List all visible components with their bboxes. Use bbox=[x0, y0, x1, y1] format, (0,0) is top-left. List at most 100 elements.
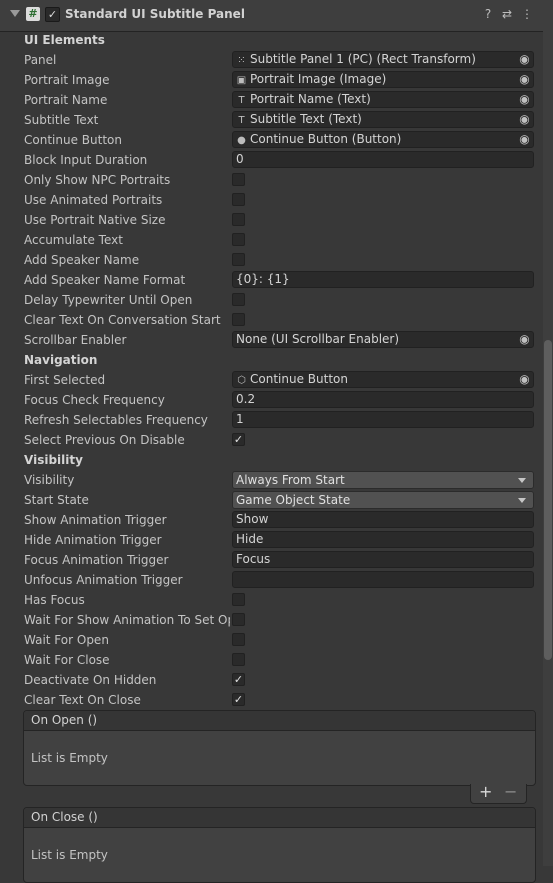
field-value: Continue Button bbox=[250, 372, 348, 386]
wait-for-show-animation-checkbox[interactable] bbox=[232, 613, 245, 626]
field-label: Scrollbar Enabler bbox=[24, 333, 127, 347]
row-clear-text-on-close: Clear Text On Close ✓ bbox=[0, 690, 543, 710]
field-label: Refresh Selectables Frequency bbox=[24, 413, 208, 427]
field-label: Block Input Duration bbox=[24, 153, 148, 167]
rect-transform-icon: ⁙ bbox=[237, 55, 246, 66]
object-picker-icon[interactable]: ◉ bbox=[518, 373, 531, 386]
foldout-arrow-icon[interactable] bbox=[10, 10, 20, 17]
subtitle-text-object-field[interactable]: T Subtitle Text (Text) ◉ bbox=[232, 111, 534, 128]
button-icon: ● bbox=[237, 135, 246, 146]
first-selected-object-field[interactable]: ⬡ Continue Button ◉ bbox=[232, 371, 534, 388]
field-label: Add Speaker Name bbox=[24, 253, 140, 267]
row-panel: Panel ⁙ Subtitle Panel 1 (PC) (Rect Trans… bbox=[0, 50, 543, 70]
wait-for-open-checkbox[interactable] bbox=[232, 633, 245, 646]
row-use-portrait-native-size: Use Portrait Native Size bbox=[0, 210, 543, 230]
section-label: Navigation bbox=[24, 353, 98, 367]
panel-object-field[interactable]: ⁙ Subtitle Panel 1 (PC) (Rect Transform) … bbox=[232, 51, 534, 68]
portrait-image-object-field[interactable]: ▣ Portrait Image (Image) ◉ bbox=[232, 71, 534, 88]
focus-animation-trigger-input[interactable]: Focus bbox=[232, 551, 534, 568]
object-picker-icon[interactable]: ◉ bbox=[518, 93, 531, 106]
on-close-event-list: On Close () List is Empty bbox=[23, 807, 536, 883]
field-label: Only Show NPC Portraits bbox=[24, 173, 171, 187]
refresh-selectables-frequency-input[interactable]: 1 bbox=[232, 411, 534, 428]
only-show-npc-portraits-checkbox[interactable] bbox=[232, 173, 245, 186]
field-label: Use Portrait Native Size bbox=[24, 213, 166, 227]
field-label: Wait For Open bbox=[24, 633, 109, 647]
object-picker-icon[interactable]: ◉ bbox=[518, 333, 531, 346]
clear-text-on-close-checkbox[interactable]: ✓ bbox=[232, 693, 245, 706]
field-label: Use Animated Portraits bbox=[24, 193, 163, 207]
empty-list-text: List is Empty bbox=[31, 751, 108, 765]
field-value: Portrait Image (Image) bbox=[250, 72, 387, 86]
show-animation-trigger-input[interactable]: Show bbox=[232, 511, 534, 528]
row-hide-animation-trigger: Hide Animation Trigger Hide bbox=[0, 530, 543, 550]
use-animated-portraits-checkbox[interactable] bbox=[232, 193, 245, 206]
row-wait-for-open: Wait For Open bbox=[0, 630, 543, 650]
row-only-show-npc-portraits: Only Show NPC Portraits bbox=[0, 170, 543, 190]
delay-typewriter-until-open-checkbox[interactable] bbox=[232, 293, 245, 306]
object-picker-icon[interactable]: ◉ bbox=[518, 73, 531, 86]
vertical-scrollbar[interactable] bbox=[543, 0, 553, 866]
remove-item-button[interactable]: − bbox=[504, 782, 517, 801]
field-label: Portrait Name bbox=[24, 93, 108, 107]
row-scrollbar-enabler: Scrollbar Enabler None (UI Scrollbar Ena… bbox=[0, 330, 543, 350]
object-picker-icon[interactable]: ◉ bbox=[518, 133, 531, 146]
add-speaker-name-format-input[interactable]: {0}: {1} bbox=[232, 271, 534, 288]
field-label: Delay Typewriter Until Open bbox=[24, 293, 193, 307]
component-header[interactable]: # ✓ Standard UI Subtitle Panel ? ⇄ ⋮ bbox=[0, 0, 543, 32]
row-clear-text-on-conversation-start: Clear Text On Conversation Start bbox=[0, 310, 543, 330]
image-icon: ▣ bbox=[236, 75, 247, 86]
row-portrait-image: Portrait Image ▣ Portrait Image (Image) ◉ bbox=[0, 70, 543, 90]
field-label: Clear Text On Close bbox=[24, 693, 141, 707]
field-value: Portrait Name (Text) bbox=[250, 92, 371, 106]
add-item-button[interactable]: + bbox=[479, 782, 492, 801]
field-label: Focus Check Frequency bbox=[24, 393, 165, 407]
add-speaker-name-checkbox[interactable] bbox=[232, 253, 245, 266]
portrait-name-object-field[interactable]: T Portrait Name (Text) ◉ bbox=[232, 91, 534, 108]
accumulate-text-checkbox[interactable] bbox=[232, 233, 245, 246]
deactivate-on-hidden-checkbox[interactable]: ✓ bbox=[232, 673, 245, 686]
row-show-animation-trigger: Show Animation Trigger Show bbox=[0, 510, 543, 530]
menu-icon[interactable]: ⋮ bbox=[520, 6, 534, 22]
dropdown-value: Game Object State bbox=[236, 493, 351, 507]
field-label: Portrait Image bbox=[24, 73, 110, 87]
row-delay-typewriter-until-open: Delay Typewriter Until Open bbox=[0, 290, 543, 310]
field-label: Clear Text On Conversation Start bbox=[24, 313, 221, 327]
hide-animation-trigger-input[interactable]: Hide bbox=[232, 531, 534, 548]
help-icon[interactable]: ? bbox=[481, 6, 495, 22]
row-subtitle-text: Subtitle Text T Subtitle Text (Text) ◉ bbox=[0, 110, 543, 130]
row-deactivate-on-hidden: Deactivate On Hidden ✓ bbox=[0, 670, 543, 690]
focus-check-frequency-input[interactable]: 0.2 bbox=[232, 391, 534, 408]
scrollbar-enabler-object-field[interactable]: None (UI Scrollbar Enabler) ◉ bbox=[232, 331, 534, 348]
scrollbar-thumb[interactable] bbox=[544, 340, 552, 660]
row-portrait-name: Portrait Name T Portrait Name (Text) ◉ bbox=[0, 90, 543, 110]
start-state-dropdown[interactable]: Game Object State bbox=[232, 491, 534, 509]
block-input-duration-input[interactable]: 0 bbox=[232, 151, 534, 168]
visibility-dropdown[interactable]: Always From Start bbox=[232, 471, 534, 489]
wait-for-close-checkbox[interactable] bbox=[232, 653, 245, 666]
object-picker-icon[interactable]: ◉ bbox=[518, 53, 531, 66]
row-focus-check-frequency: Focus Check Frequency 0.2 bbox=[0, 390, 543, 410]
field-label: Start State bbox=[24, 493, 89, 507]
section-label: UI Elements bbox=[24, 33, 105, 47]
object-picker-icon[interactable]: ◉ bbox=[518, 113, 531, 126]
clear-text-on-conversation-start-checkbox[interactable] bbox=[232, 313, 245, 326]
row-unfocus-animation-trigger: Unfocus Animation Trigger bbox=[0, 570, 543, 590]
row-add-speaker-name: Add Speaker Name bbox=[0, 250, 543, 270]
has-focus-checkbox[interactable] bbox=[232, 593, 245, 606]
row-visibility: Visibility Always From Start bbox=[0, 470, 543, 490]
continue-button-object-field[interactable]: ● Continue Button (Button) ◉ bbox=[232, 131, 534, 148]
on-open-event-list: On Open () List is Empty bbox=[23, 710, 536, 786]
field-label: Accumulate Text bbox=[24, 233, 123, 247]
presets-icon[interactable]: ⇄ bbox=[500, 6, 514, 22]
section-navigation: Navigation bbox=[0, 350, 543, 370]
use-portrait-native-size-checkbox[interactable] bbox=[232, 213, 245, 226]
row-add-speaker-name-format: Add Speaker Name Format {0}: {1} bbox=[0, 270, 543, 290]
empty-list-text: List is Empty bbox=[31, 848, 108, 862]
field-label: Has Focus bbox=[24, 593, 85, 607]
component-enabled-checkbox[interactable]: ✓ bbox=[45, 7, 60, 22]
field-value: Continue Button (Button) bbox=[250, 132, 402, 146]
field-label: Focus Animation Trigger bbox=[24, 553, 169, 567]
select-previous-on-disable-checkbox[interactable]: ✓ bbox=[232, 433, 245, 446]
unfocus-animation-trigger-input[interactable] bbox=[232, 571, 534, 588]
